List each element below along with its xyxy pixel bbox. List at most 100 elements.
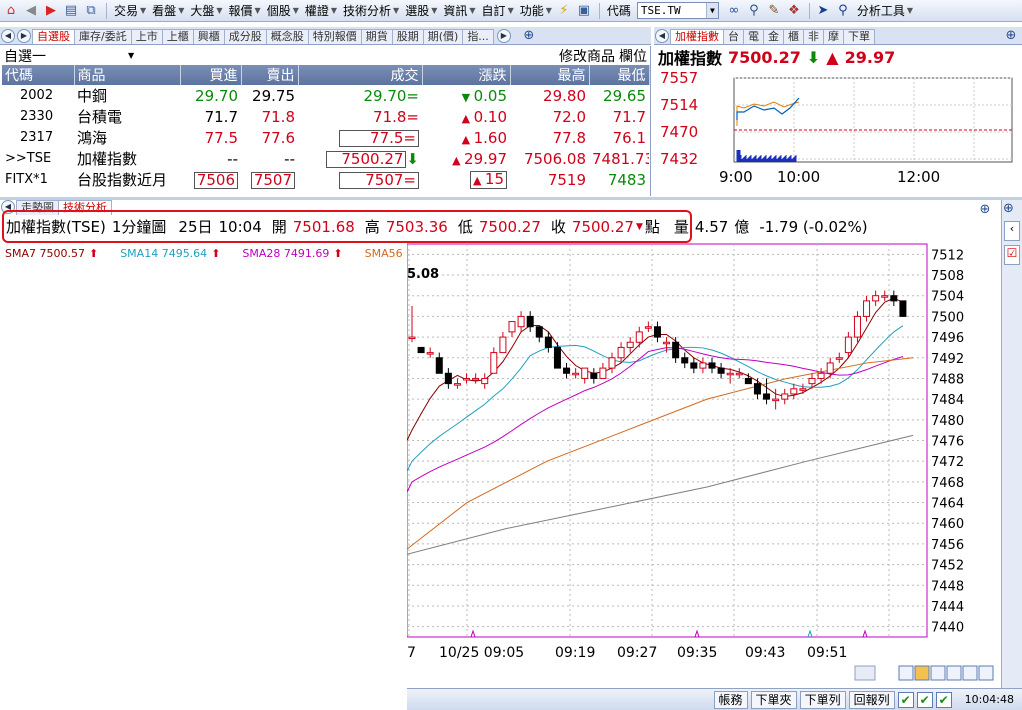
tab-0[interactable]: 自選股	[32, 29, 75, 44]
candle-body[interactable]	[881, 295, 889, 298]
candle-body[interactable]	[808, 377, 816, 385]
column-header[interactable]: 成交	[298, 65, 423, 85]
candle-body[interactable]	[635, 331, 643, 343]
popout-icon[interactable]: ⧉	[82, 2, 100, 20]
candle-body[interactable]	[817, 372, 825, 379]
candle-body[interactable]	[872, 295, 880, 302]
index-tab-7[interactable]: 下單	[843, 29, 875, 44]
zoom-icon[interactable]: ⊕	[520, 26, 538, 44]
binoculars-icon[interactable]: ∞	[725, 2, 743, 20]
candle-body[interactable]	[726, 372, 734, 376]
status-button[interactable]: 下單夾	[750, 690, 797, 709]
candle-body[interactable]	[608, 357, 616, 369]
candle-body[interactable]	[744, 377, 752, 385]
tab-scroll-right-icon[interactable]: ▶	[17, 29, 31, 43]
code-input[interactable]: TSE.TW ▼	[636, 2, 719, 19]
status-button[interactable]: 回報列	[848, 690, 895, 709]
candle-body[interactable]	[790, 388, 798, 395]
table-row[interactable]: 2330 台積電 71.7 71.8 71.8= ▲ 0.10 72.0 71.7	[2, 106, 649, 127]
candle-body[interactable]	[890, 295, 898, 302]
candle-body[interactable]	[508, 321, 516, 333]
candle-body[interactable]	[590, 372, 598, 379]
column-header[interactable]: 最高	[510, 65, 590, 85]
table-row[interactable]: 2317 鴻海 77.5 77.6 77.5= ▲ 1.60 77.8 76.1	[2, 127, 649, 148]
index-tab-3[interactable]: 金	[763, 29, 784, 44]
tab-10[interactable]: 期(價)	[422, 29, 464, 44]
toolbar-menu-item[interactable]: 交易 ▼	[111, 2, 149, 19]
tab-9[interactable]: 股期	[391, 29, 424, 44]
index-tab-4[interactable]: 櫃	[783, 29, 804, 44]
candle-body[interactable]	[417, 346, 425, 354]
candle-body[interactable]	[463, 377, 471, 381]
candle-body[interactable]	[535, 326, 543, 338]
candle-body[interactable]	[444, 372, 452, 385]
candle-body[interactable]	[490, 352, 498, 374]
toolbar-menu-item[interactable]: 功能 ▼	[517, 2, 555, 19]
home-icon[interactable]: ⌂	[2, 2, 20, 20]
candle-body[interactable]	[763, 393, 771, 400]
candle-body[interactable]	[435, 357, 443, 374]
candle-body[interactable]	[863, 300, 871, 317]
candle-body[interactable]	[526, 315, 534, 328]
table-row[interactable]: >>TSE 加權指數 -- -- 7500.27 ⬇ ▲ 29.97 7506.08 7481.…	[2, 148, 649, 169]
print-icon[interactable]: ▤	[62, 2, 80, 20]
candle-body[interactable]	[599, 367, 607, 379]
modify-list-button[interactable]: 修改商品	[559, 46, 615, 66]
candlestick-chart[interactable]: 7512 7508 7504 7500 7496 7492 7488 7484 7480 7476…	[407, 242, 1001, 687]
candle-body[interactable]	[735, 372, 743, 376]
candle-body[interactable]	[644, 326, 652, 329]
candle-body[interactable]	[472, 377, 480, 381]
candle-body[interactable]	[453, 383, 461, 386]
code-dropdown-arrow[interactable]: ▼	[705, 3, 718, 18]
table-row[interactable]: 2002 中鋼 29.70 29.75 29.70= ▼ 0.05 29.80 29.65	[2, 85, 649, 106]
tab-next-icon[interactable]: ▶	[496, 29, 511, 43]
column-header[interactable]: 賣出	[241, 65, 299, 85]
pointer-icon[interactable]: ➤	[814, 2, 832, 20]
candle-body[interactable]	[653, 326, 661, 338]
tab-5[interactable]: 成分股	[223, 29, 267, 44]
tab-7[interactable]: 特別報價	[307, 29, 362, 44]
candle-body[interactable]	[826, 362, 834, 374]
index-tab-2[interactable]: 電	[743, 29, 764, 44]
candle-body[interactable]	[481, 377, 489, 385]
tab-11[interactable]: 指...	[462, 29, 494, 44]
candle-body[interactable]	[835, 357, 843, 360]
candle-body[interactable]	[853, 315, 861, 338]
candle-body[interactable]	[844, 336, 852, 354]
zoom-icon[interactable]: ⊕	[1002, 26, 1020, 44]
back-icon[interactable]: ◀	[22, 2, 40, 20]
note-icon[interactable]: ▣	[575, 2, 593, 20]
flash-icon[interactable]: ⚡	[555, 2, 573, 20]
analysis-tools-menu[interactable]: 分析工具 ▼	[854, 2, 916, 19]
candle-body[interactable]	[626, 341, 634, 348]
candle-body[interactable]	[699, 362, 707, 369]
candle-body[interactable]	[499, 336, 507, 354]
list-selector[interactable]: 自選一 ▼	[4, 46, 134, 66]
tab-6[interactable]: 概念股	[265, 29, 309, 44]
forward-icon[interactable]: ▶	[42, 2, 60, 20]
toolbar-menu-item[interactable]: 報價 ▼	[226, 2, 264, 19]
toolbar-menu-item[interactable]: 技術分析 ▼	[340, 2, 402, 19]
side-tab[interactable]: ‹	[1004, 221, 1020, 241]
toolbar-menu-item[interactable]: 選股 ▼	[402, 2, 440, 19]
candle-body[interactable]	[672, 341, 680, 359]
table-row[interactable]: FITX*1 台股指數近月 7506 7507 7507= ▲ 15 7519 7483	[2, 169, 649, 190]
index-intraday-chart[interactable]: 7557 7514 7470 7432 9:00 10:00 12:00	[654, 68, 1022, 196]
candle-body[interactable]	[572, 372, 580, 376]
candle-type-icon[interactable]	[914, 665, 930, 681]
candle-body[interactable]	[772, 398, 780, 402]
index-tab-0[interactable]: 加權指數	[670, 29, 724, 44]
candle-body[interactable]	[681, 357, 689, 364]
column-header[interactable]: 商品	[74, 65, 181, 85]
candle-body[interactable]	[563, 367, 571, 374]
candle-body[interactable]	[708, 362, 716, 369]
crosshair-icon[interactable]	[930, 665, 946, 681]
tab-2[interactable]: 上市	[130, 29, 163, 44]
column-header[interactable]: 最低	[589, 65, 650, 85]
column-header[interactable]: 代碼	[2, 65, 75, 85]
column-header[interactable]: 買進	[180, 65, 242, 85]
tab-scroll-left-icon[interactable]: ◀	[1, 29, 15, 43]
status-button[interactable]: 下單列	[799, 690, 846, 709]
candle-body[interactable]	[553, 346, 561, 369]
field-settings-button[interactable]: 欄位	[619, 46, 647, 66]
